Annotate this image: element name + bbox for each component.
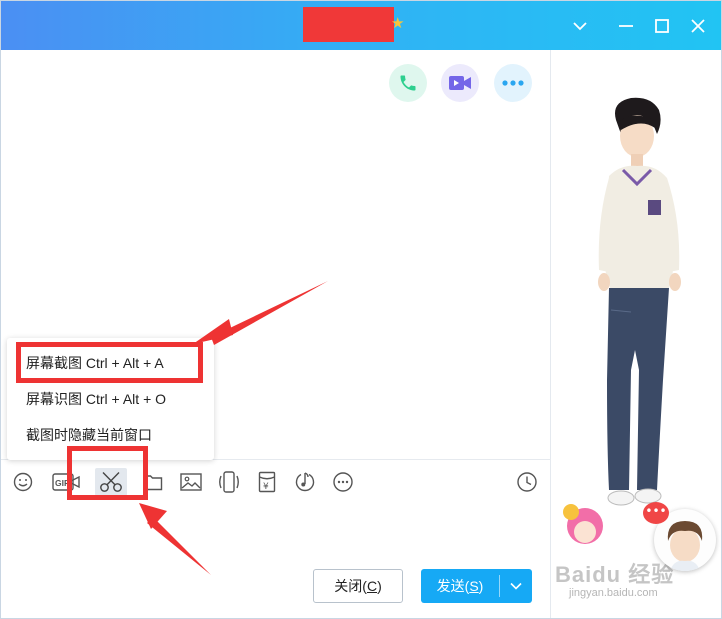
svg-text:¥: ¥ [263,482,269,492]
music-icon [295,472,315,492]
message-history-button[interactable] [513,468,541,496]
phone-icon [400,75,416,91]
emoji-button[interactable] [9,468,37,496]
send-button-main[interactable]: 发送(S) [421,569,499,603]
send-file-button[interactable] [139,468,167,496]
video-icon [68,475,80,489]
watermark-url: jingyan.baidu.com [569,587,658,599]
chat-panel: GIF ¥ 关闭(C) 发送(S) [1,50,551,618]
maximize-button[interactable] [649,13,675,39]
image-icon [180,473,202,491]
close-button-suffix: ) [377,578,382,594]
chevron-down-icon [510,582,522,590]
minimize-window-button[interactable] [613,13,639,39]
window-shake-button[interactable] [215,468,243,496]
send-image-button[interactable] [177,468,205,496]
close-button[interactable]: 关闭(C) [313,569,403,603]
screenshot-menu: 屏幕截图 Ctrl + Alt + A 屏幕识图 Ctrl + Alt + O … [7,338,214,460]
chevron-down-icon [573,22,587,31]
red-packet-button[interactable]: ¥ [253,468,281,496]
video-camera-icon [449,76,471,90]
video-clip-button[interactable] [65,468,83,496]
shake-icon [219,471,239,493]
send-options-dropdown[interactable] [500,569,532,603]
send-button[interactable]: 发送(S) [421,569,532,603]
star-icon: ★ [391,14,405,32]
history-clock-icon [517,472,537,492]
minimize-icon [619,25,633,27]
title-bar[interactable]: ★ [1,1,721,50]
maximize-icon [655,19,669,33]
more-dots-icon [502,80,524,86]
folder-icon [143,475,163,491]
close-icon [691,19,705,33]
more-tools-button[interactable] [329,468,357,496]
music-button[interactable] [291,468,319,496]
video-call-button[interactable] [441,64,479,102]
more-icon [333,472,353,492]
voice-call-button[interactable] [389,64,427,102]
send-button-suffix: ) [478,578,484,594]
menu-item-screen-capture[interactable]: 屏幕截图 Ctrl + Alt + A [7,347,214,379]
chat-bubble-badge: ••• [643,502,669,524]
input-toolbar: GIF ¥ [1,468,551,496]
close-button-label: 关闭( [334,578,367,594]
show-figure-illustration [563,97,681,544]
smiley-icon [13,472,33,492]
menu-item-screen-recognition[interactable]: 屏幕识图 Ctrl + Alt + O [7,383,214,415]
screenshot-button[interactable] [95,468,127,496]
scissors-icon [100,472,122,492]
redacted-contact-name [303,7,394,42]
more-options-button[interactable] [494,64,532,102]
chat-window: ★ GIF ¥ 关闭(C) 发送(S) 屏幕截图 Ctrl + Alt … [0,0,722,619]
menu-item-hide-window-on-capture[interactable]: 截图时隐藏当前窗口 [7,419,214,451]
send-button-label: 发送( [436,578,470,594]
close-window-button[interactable] [685,13,711,39]
red-packet-icon: ¥ [258,471,276,493]
minimize-button[interactable] [567,13,593,39]
watermark-text: Baidu 经验 [555,562,675,587]
send-button-key: S [469,578,479,594]
close-button-key: C [366,578,378,594]
